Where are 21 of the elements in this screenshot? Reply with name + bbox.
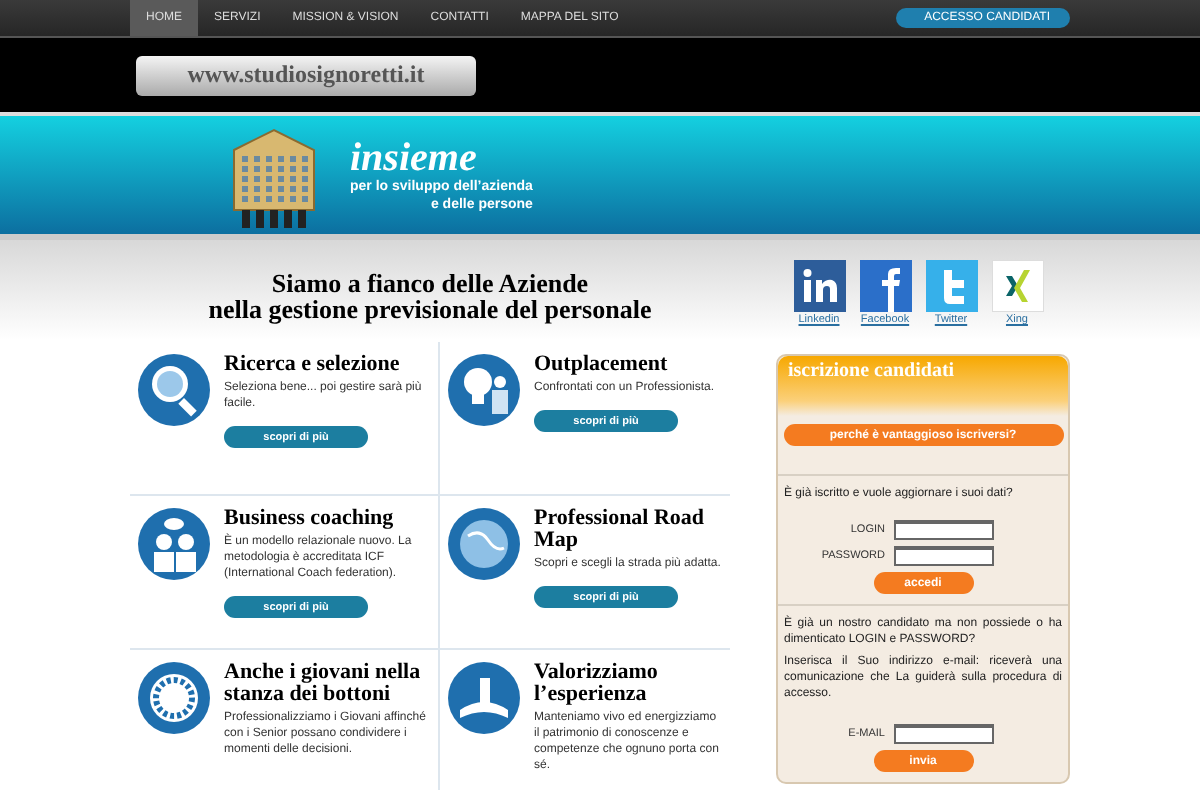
facebook-logo-icon[interactable]	[859, 260, 911, 312]
service-title: Business coaching	[224, 508, 396, 530]
service-title: Ricerca e selezione	[224, 354, 402, 376]
linkedin-logo-icon[interactable]	[793, 260, 845, 312]
service-title: Professional Road Map	[534, 508, 707, 552]
service-title: Anche i giovani nella stanza dei bottoni	[224, 662, 423, 706]
bulb-icon	[448, 354, 520, 426]
site-logo[interactable]: www.studiosignoretti.it	[136, 55, 476, 95]
xing-logo-icon[interactable]	[991, 260, 1043, 312]
input-field[interactable]	[893, 546, 993, 566]
magnifier-icon	[138, 354, 210, 426]
dial-icon	[138, 662, 210, 734]
banner-title: insieme	[350, 137, 479, 177]
service-title: Valorizziamo l’esperienza	[534, 662, 660, 706]
input-field[interactable]	[893, 520, 993, 540]
headline: Siamo a fianco delle Aziende nella gestione previsionale del personale	[206, 270, 654, 322]
panel-title: iscrizione candidati	[778, 356, 1068, 416]
people-icon	[138, 508, 210, 580]
globe-icon	[448, 508, 520, 580]
service-title: Outplacement	[534, 354, 670, 376]
email-field[interactable]	[893, 724, 993, 744]
